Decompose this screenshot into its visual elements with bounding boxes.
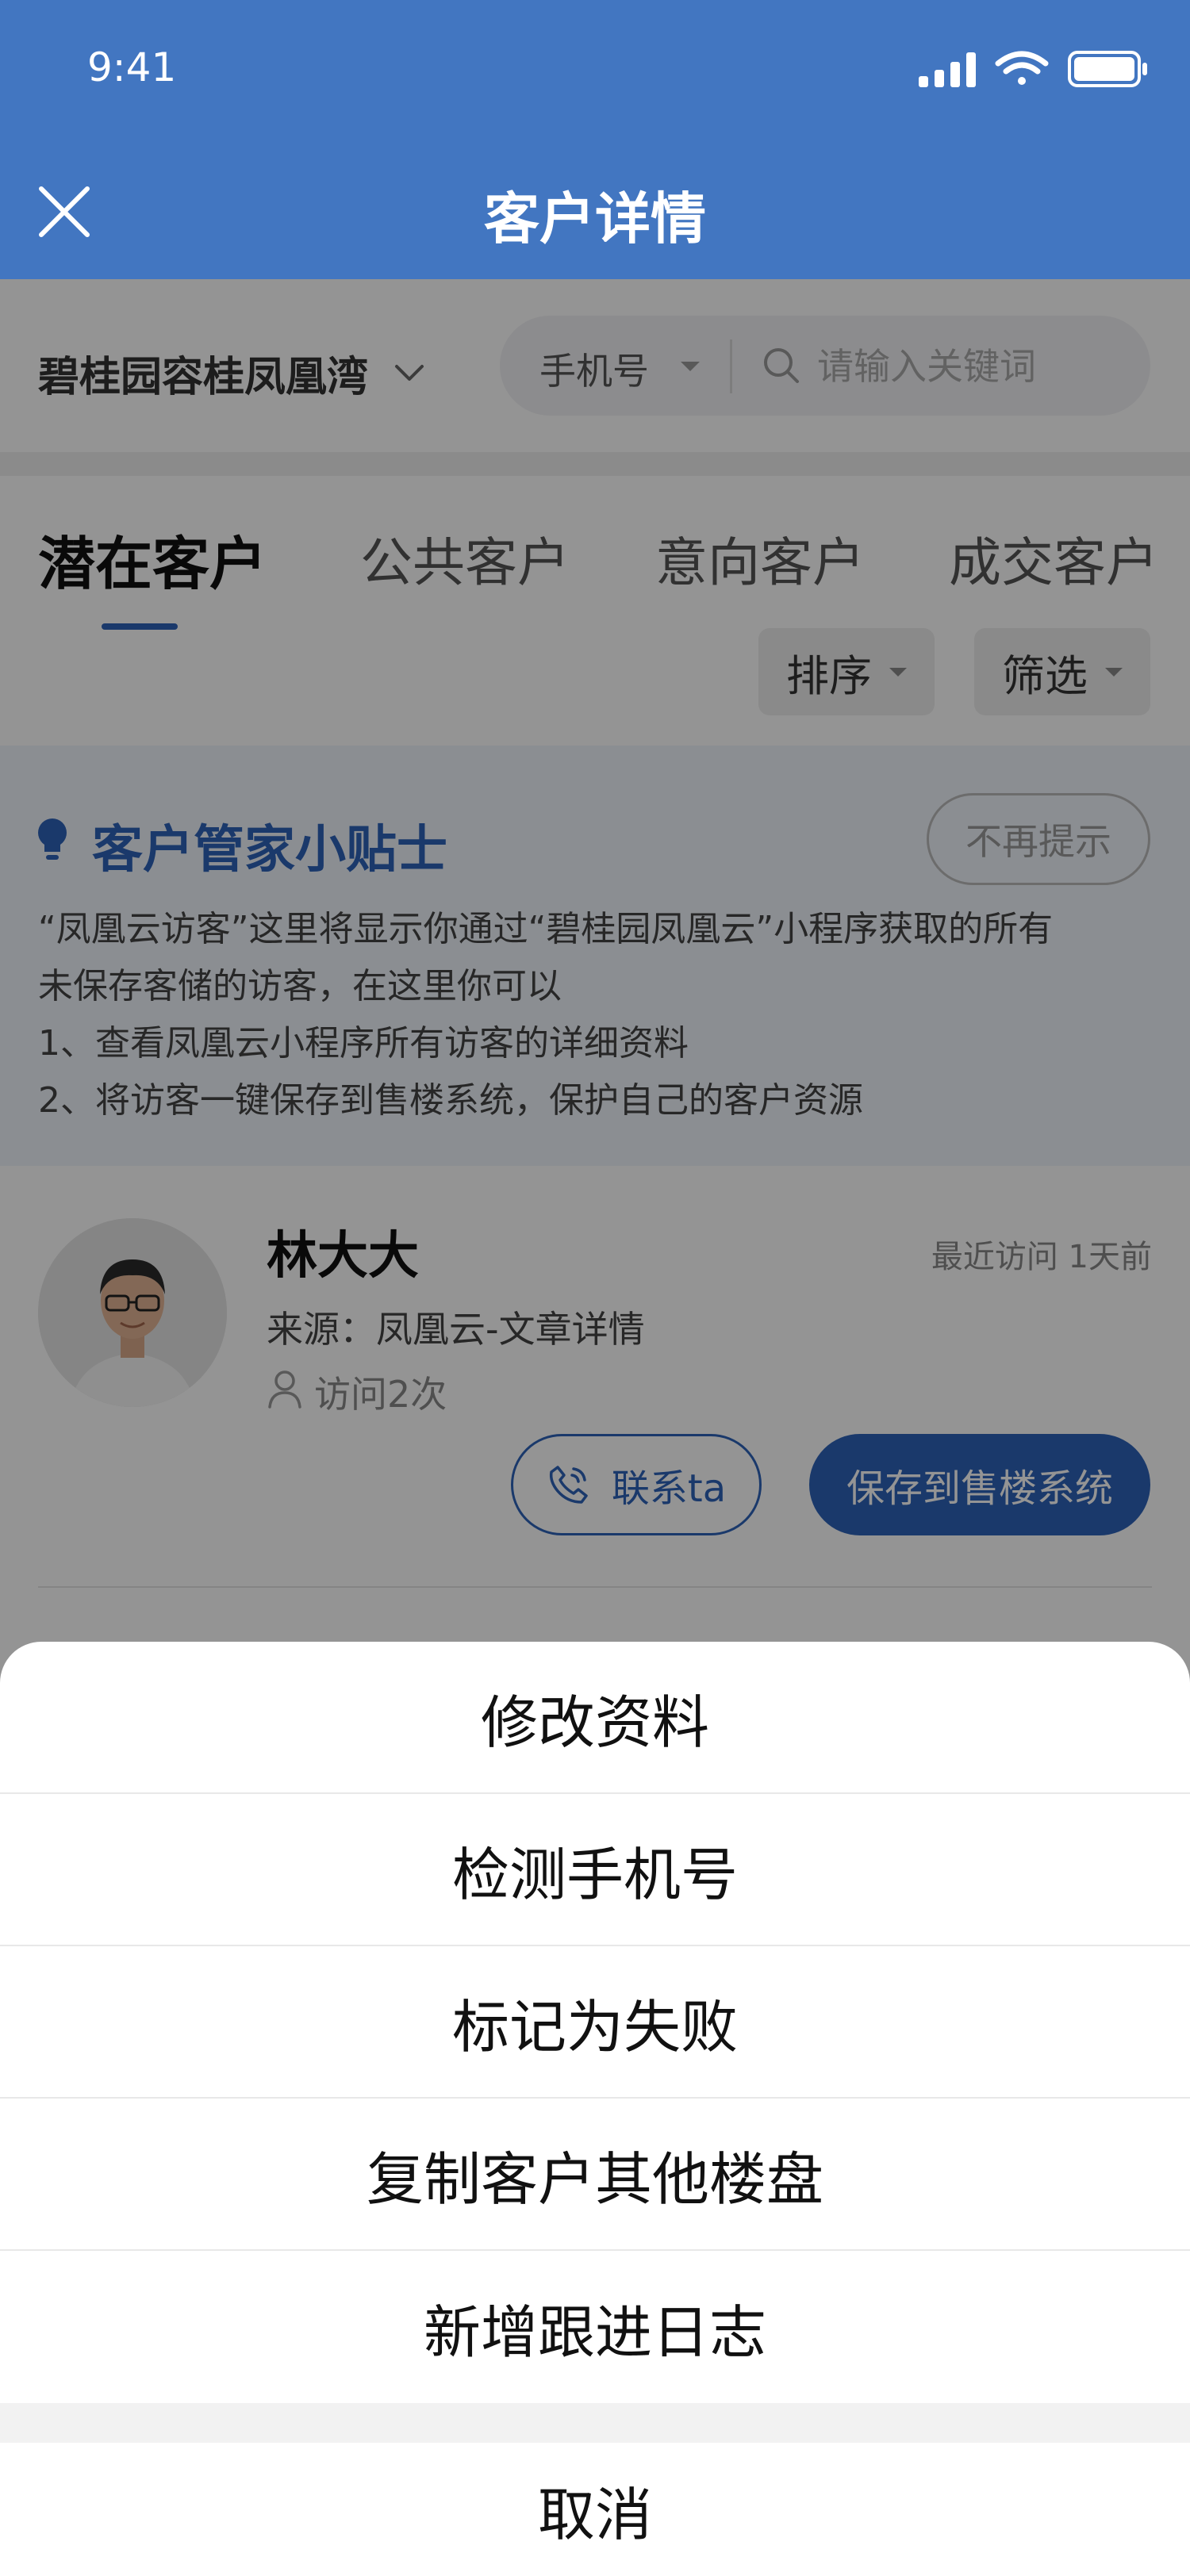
nav-bar: 客户详情	[0, 140, 1190, 279]
action-add-followup-log[interactable]: 新增跟进日志	[0, 2251, 1190, 2403]
battery-icon	[1068, 51, 1147, 87]
action-copy-other-projects[interactable]: 复制客户其他楼盘	[0, 2099, 1190, 2251]
status-bar: 9:41	[0, 0, 1190, 140]
cancel-button[interactable]: 取消	[0, 2443, 1190, 2576]
action-sheet: 修改资料 检测手机号 标记为失败 复制客户其他楼盘 新增跟进日志 取消	[0, 1642, 1190, 2576]
page-title: 客户详情	[484, 186, 706, 251]
sheet-gap	[0, 2403, 1190, 2443]
wifi-icon	[995, 51, 1049, 85]
action-check-phone[interactable]: 检测手机号	[0, 1794, 1190, 1946]
action-edit-profile[interactable]: 修改资料	[0, 1642, 1190, 1794]
status-time: 9:41	[87, 44, 177, 90]
signal-icon	[919, 52, 976, 87]
action-mark-failed[interactable]: 标记为失败	[0, 1946, 1190, 2099]
status-icons	[919, 51, 1147, 87]
